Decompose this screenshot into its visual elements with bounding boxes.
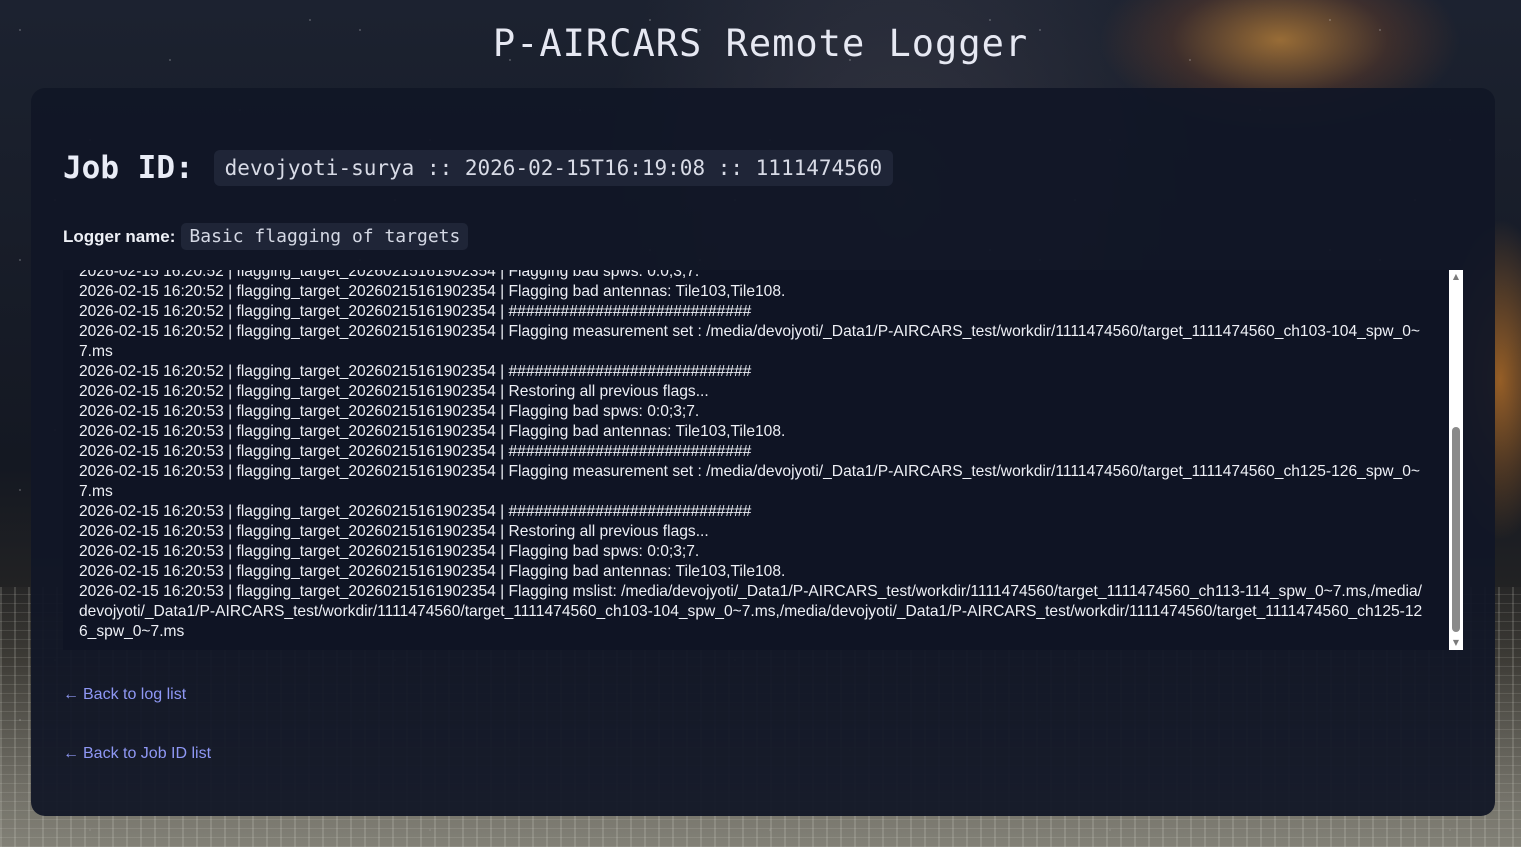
back-to-job-id-list-label: Back to Job ID list bbox=[83, 745, 212, 762]
logger-name-value: Basic flagging of targets bbox=[181, 223, 469, 250]
log-line: 2026-02-15 16:20:53 | flagging_target_20… bbox=[79, 463, 1420, 500]
arrow-left-icon: ← bbox=[63, 686, 79, 703]
arrow-left-icon: ← bbox=[63, 745, 79, 762]
log-output[interactable]: 2026-02-15 16:20:52 | flagging_target_20… bbox=[63, 270, 1463, 650]
job-id-value: devojyoti-surya :: 2026-02-15T16:19:08 :… bbox=[213, 150, 894, 186]
log-line: 2026-02-15 16:20:52 | flagging_target_20… bbox=[79, 303, 752, 320]
log-scrollbar[interactable]: ▲ ▼ bbox=[1449, 270, 1463, 650]
log-line: 2026-02-15 16:20:52 | flagging_target_20… bbox=[79, 323, 1420, 360]
back-to-log-list-link[interactable]: ← Back to log list bbox=[63, 686, 186, 704]
log-line: 2026-02-15 16:20:53 | flagging_target_20… bbox=[79, 563, 786, 580]
scroll-down-arrow-icon[interactable]: ▼ bbox=[1449, 636, 1463, 650]
logger-name-label: Logger name: bbox=[63, 226, 176, 246]
back-to-job-id-list-link[interactable]: ← Back to Job ID list bbox=[63, 745, 211, 763]
page-title: P-AIRCARS Remote Logger bbox=[492, 22, 1029, 65]
log-line: 2026-02-15 16:20:53 | flagging_target_20… bbox=[79, 443, 752, 460]
log-line: 2026-02-15 16:20:52 | flagging_target_20… bbox=[79, 283, 786, 300]
job-id-label: Job ID: bbox=[63, 150, 194, 186]
log-line: 2026-02-15 16:20:53 | flagging_target_20… bbox=[79, 403, 700, 420]
log-line: 2026-02-15 16:20:53 | flagging_target_20… bbox=[79, 423, 786, 440]
scroll-thumb[interactable] bbox=[1452, 427, 1460, 632]
log-line: 2026-02-15 16:20:53 | flagging_target_20… bbox=[79, 523, 709, 540]
back-to-log-list-label: Back to log list bbox=[83, 686, 187, 703]
logger-name-row: Logger name: Basic flagging of targets bbox=[63, 223, 469, 250]
log-line: 2026-02-15 16:20:53 | flagging_target_20… bbox=[79, 503, 752, 520]
log-lines: 2026-02-15 16:20:52 | flagging_target_20… bbox=[79, 270, 1429, 642]
log-line: 2026-02-15 16:20:52 | flagging_target_20… bbox=[79, 270, 700, 280]
log-line: 2026-02-15 16:20:52 | flagging_target_20… bbox=[79, 383, 709, 400]
job-id-row: Job ID: devojyoti-surya :: 2026-02-15T16… bbox=[63, 150, 894, 186]
log-line: 2026-02-15 16:20:53 | flagging_target_20… bbox=[79, 543, 700, 560]
log-line: 2026-02-15 16:20:53 | flagging_target_20… bbox=[79, 583, 1423, 640]
log-line: 2026-02-15 16:20:52 | flagging_target_20… bbox=[79, 363, 752, 380]
main-panel: Job ID: devojyoti-surya :: 2026-02-15T16… bbox=[31, 88, 1495, 816]
scroll-up-arrow-icon[interactable]: ▲ bbox=[1449, 270, 1463, 284]
